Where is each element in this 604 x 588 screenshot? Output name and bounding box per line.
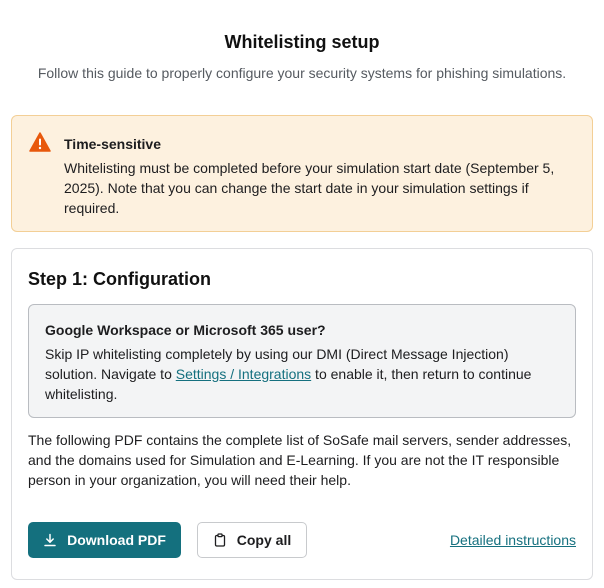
alert-body: Whitelisting must be completed before yo…: [64, 160, 555, 216]
copy-all-button[interactable]: Copy all: [197, 522, 307, 558]
warning-triangle-icon: [29, 132, 51, 152]
settings-integrations-link[interactable]: Settings / Integrations: [176, 366, 311, 382]
configuration-step-card: Step 1: Configuration Google Workspace o…: [11, 248, 593, 580]
download-pdf-button[interactable]: Download PDF: [28, 522, 181, 558]
detailed-instructions-link[interactable]: Detailed instructions: [450, 531, 576, 549]
download-icon: [43, 533, 57, 547]
download-pdf-label: Download PDF: [67, 532, 166, 548]
clipboard-icon: [213, 533, 227, 547]
time-sensitive-alert: Time-sensitive Whitelisting must be comp…: [11, 115, 593, 232]
info-body: Skip IP whitelisting completely by using…: [45, 344, 555, 404]
pdf-description: The following PDF contains the complete …: [28, 432, 572, 488]
page-subtitle: Follow this guide to properly configure …: [37, 65, 567, 81]
page-title: Whitelisting setup: [224, 32, 380, 52]
dmi-info-box: Google Workspace or Microsoft 365 user? …: [28, 304, 576, 418]
copy-all-label: Copy all: [236, 532, 292, 548]
alert-title: Time-sensitive: [64, 136, 162, 152]
step-title: Step 1: Configuration: [28, 269, 211, 289]
info-title: Google Workspace or Microsoft 365 user?: [45, 322, 326, 338]
